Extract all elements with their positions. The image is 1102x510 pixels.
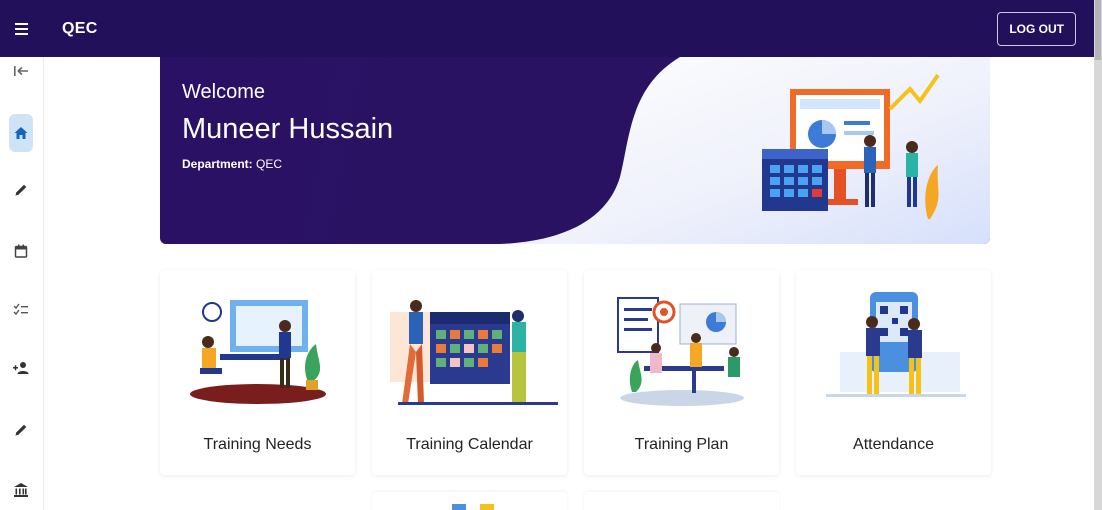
partial-card-illustration bbox=[452, 504, 494, 510]
pencil-icon bbox=[15, 424, 27, 436]
training-needs-illustration bbox=[190, 300, 326, 404]
scrollbar-thumb[interactable] bbox=[1095, 0, 1101, 60]
app-title: QEC bbox=[62, 19, 98, 37]
user-name: Muneer Hussain bbox=[182, 113, 394, 145]
welcome-text: Welcome bbox=[182, 81, 265, 103]
department-line: Department: QEC bbox=[182, 157, 282, 171]
sidebar-item-calendar[interactable] bbox=[9, 232, 33, 270]
add-user-icon bbox=[13, 362, 29, 374]
pencil-icon bbox=[15, 184, 27, 196]
card-training-calendar[interactable]: Training Calendar bbox=[372, 270, 567, 475]
calendar-icon bbox=[14, 244, 28, 258]
collapse-icon bbox=[14, 66, 28, 76]
scrollbar[interactable] bbox=[1094, 0, 1102, 510]
welcome-banner: Welcome Muneer Hussain Department: QEC bbox=[160, 57, 990, 244]
card-label: Training Plan bbox=[634, 436, 729, 453]
dashboard-illustration bbox=[762, 73, 940, 219]
home-icon bbox=[14, 127, 28, 139]
training-plan-illustration bbox=[617, 297, 744, 406]
sidebar-collapse-button[interactable] bbox=[9, 52, 33, 90]
card-attendance[interactable]: Attendance bbox=[796, 270, 991, 475]
sidebar-item-institution[interactable] bbox=[9, 471, 33, 509]
card-label: Training Needs bbox=[203, 436, 312, 453]
sidebar-item-checklist[interactable] bbox=[9, 290, 33, 328]
menu-button[interactable] bbox=[0, 0, 44, 57]
card-label: Attendance bbox=[853, 436, 934, 453]
checklist-icon bbox=[13, 303, 28, 316]
sidebar bbox=[0, 57, 44, 510]
institution-icon bbox=[14, 483, 28, 497]
card-partial-next-row[interactable] bbox=[584, 492, 779, 510]
sidebar-item-edit-2[interactable] bbox=[9, 411, 33, 449]
sidebar-item-home[interactable] bbox=[9, 114, 33, 152]
attendance-illustration bbox=[826, 292, 966, 397]
card-partial-next-row[interactable] bbox=[372, 492, 567, 510]
card-training-plan[interactable]: Training Plan bbox=[584, 270, 779, 475]
training-calendar-illustration bbox=[390, 300, 558, 405]
top-app-bar: QEC LOG OUT bbox=[0, 0, 1094, 57]
department-label: Department: bbox=[182, 157, 253, 171]
department-value: QEC bbox=[256, 157, 283, 171]
card-training-needs[interactable]: Training Needs bbox=[160, 270, 355, 475]
logout-button[interactable]: LOG OUT bbox=[997, 12, 1076, 46]
sidebar-item-edit[interactable] bbox=[9, 171, 33, 209]
sidebar-item-add-user[interactable] bbox=[9, 349, 33, 387]
app-root: QEC LOG OUT Welcome Muneer Hussain Depar… bbox=[0, 0, 1102, 510]
hamburger-menu-icon bbox=[15, 22, 28, 35]
card-label: Training Calendar bbox=[406, 436, 533, 453]
